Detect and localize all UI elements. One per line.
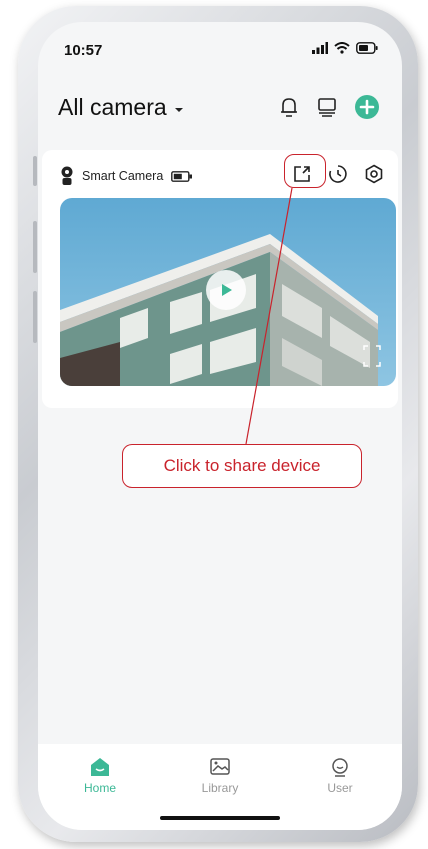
signal-icon <box>312 42 328 54</box>
camera-name: Smart Camera <box>82 169 164 183</box>
bottom-tab-bar: Home Library User <box>38 744 402 830</box>
status-time: 10:57 <box>64 42 103 59</box>
share-icon[interactable] <box>292 164 312 184</box>
tab-library[interactable]: Library <box>180 756 260 795</box>
multi-screen-icon[interactable] <box>316 96 338 118</box>
play-icon <box>222 284 232 296</box>
tab-user[interactable]: User <box>300 756 380 795</box>
home-indicator[interactable] <box>160 816 280 820</box>
wifi-icon <box>334 42 350 54</box>
library-icon <box>210 758 230 775</box>
camera-actions <box>292 164 384 184</box>
battery-icon <box>356 42 378 54</box>
battery-status-icon <box>171 170 193 182</box>
annotation-text: Click to share device <box>163 456 321 475</box>
app-screen: 10:57 All camera Smart Camera Click to s… <box>38 22 402 830</box>
page-title: All camera <box>58 94 167 120</box>
callout-pointer-line <box>245 187 293 445</box>
bell-icon[interactable] <box>278 95 300 119</box>
add-icon[interactable] <box>354 94 380 120</box>
phone-side-button <box>33 156 37 186</box>
status-icons <box>312 42 378 54</box>
camera-preview[interactable] <box>60 198 396 386</box>
history-icon[interactable] <box>328 164 348 184</box>
home-icon <box>91 758 109 776</box>
header-actions <box>278 94 380 120</box>
phone-side-button <box>33 291 37 343</box>
phone-side-button <box>33 221 37 273</box>
annotation-callout: Click to share device <box>122 444 362 488</box>
camera-title-row: Smart Camera <box>60 166 193 186</box>
tab-library-label: Library <box>201 781 239 795</box>
dropdown-arrow-icon <box>174 107 183 112</box>
camera-group-selector[interactable]: All camera <box>58 94 186 121</box>
tab-user-label: User <box>327 781 353 795</box>
play-button[interactable] <box>206 270 246 310</box>
camera-card[interactable]: Smart Camera <box>42 150 398 408</box>
camera-device-icon <box>61 166 73 185</box>
user-icon <box>332 758 348 777</box>
tab-home[interactable]: Home <box>60 756 140 795</box>
settings-icon[interactable] <box>364 164 384 184</box>
tab-home-label: Home <box>83 781 116 795</box>
